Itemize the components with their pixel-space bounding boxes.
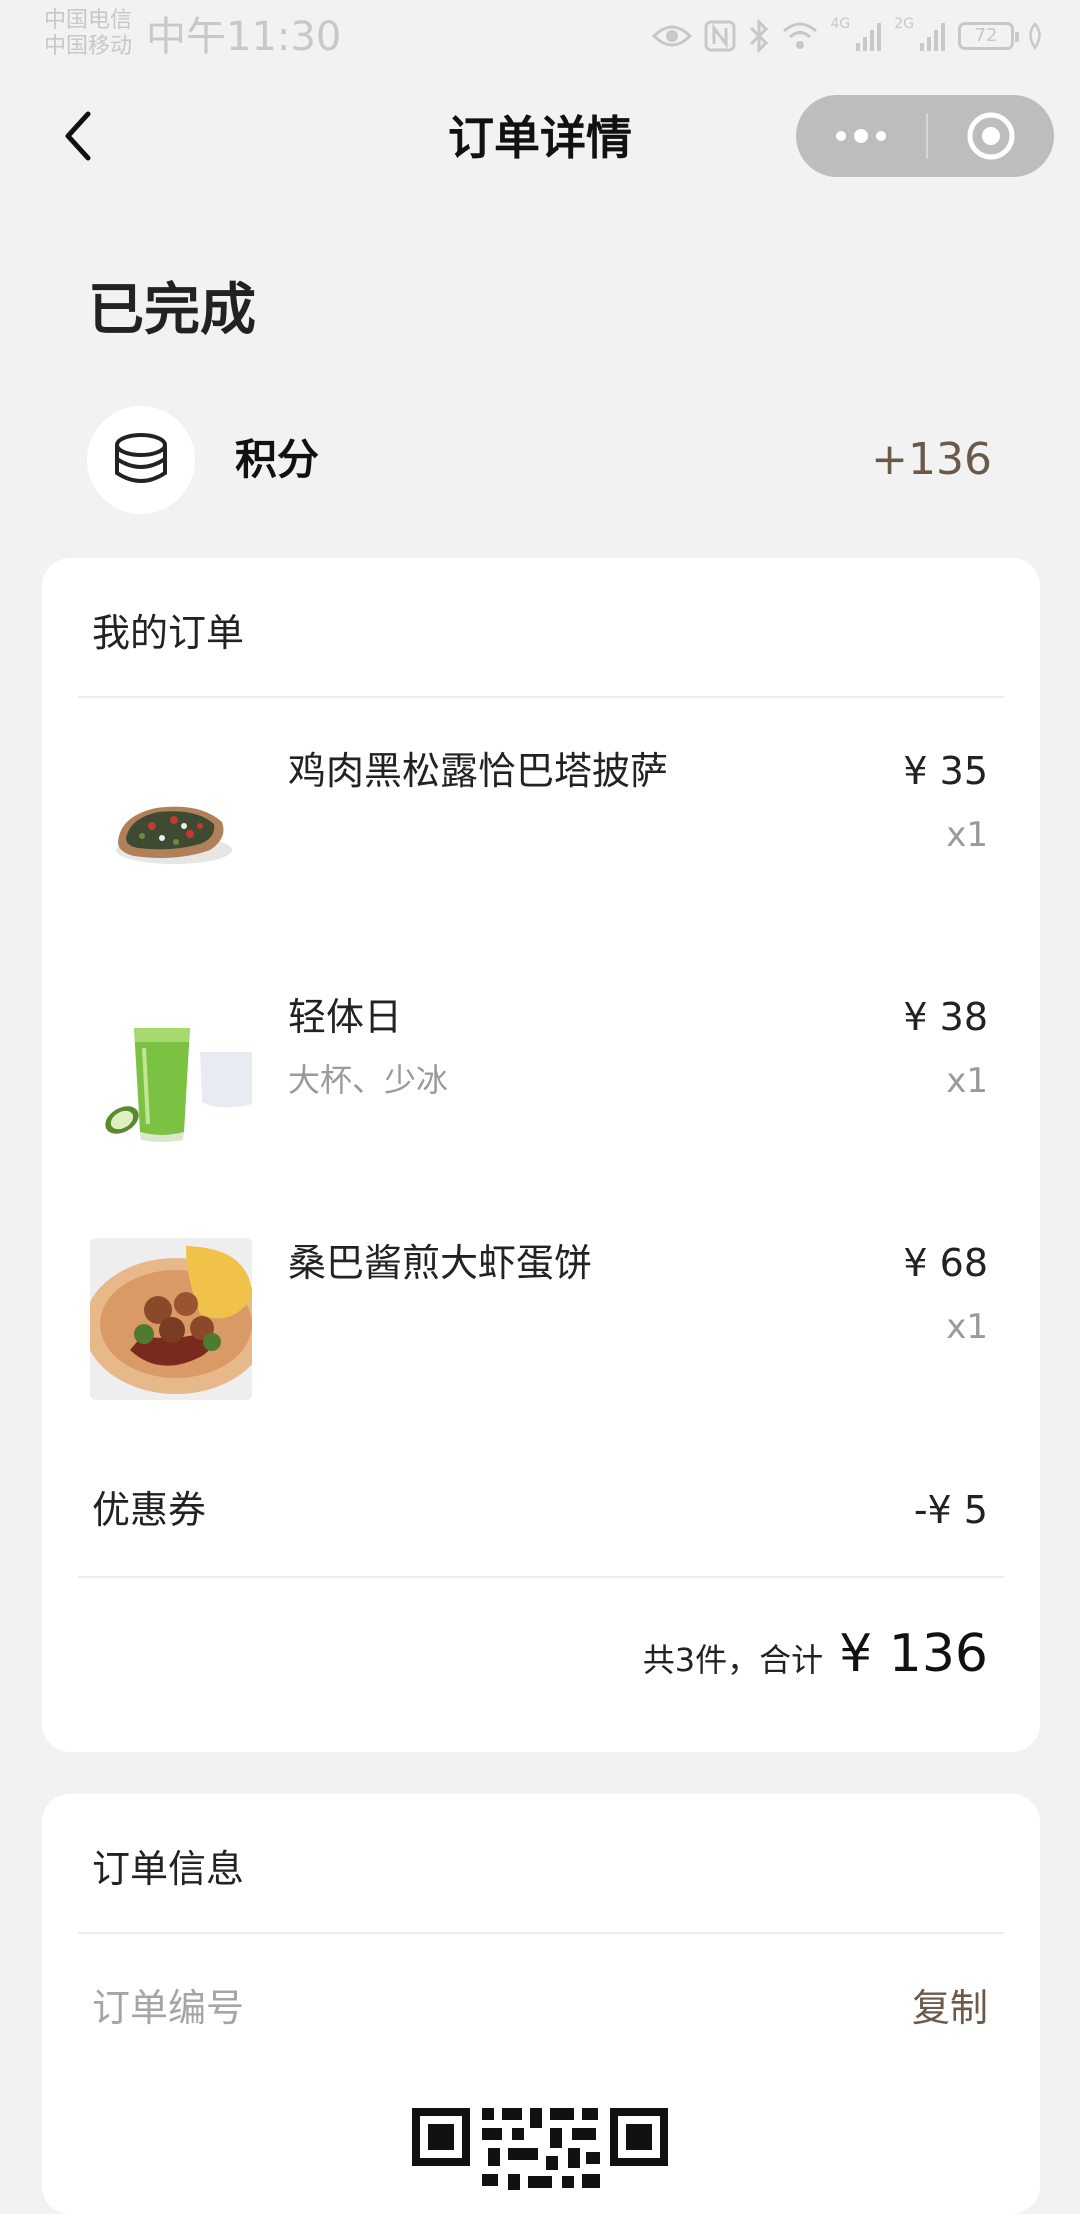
nfc-icon bbox=[704, 20, 736, 52]
order-item: 桑巴酱煎大虾蛋饼 ¥ 68 x1 bbox=[42, 1238, 1040, 1438]
carrier-2: 中国移动 bbox=[44, 34, 133, 59]
close-miniprogram-button[interactable] bbox=[928, 95, 1054, 177]
points-value: +136 bbox=[871, 434, 992, 485]
network-type-1: 4G bbox=[830, 16, 851, 32]
item-name[interactable]: 鸡肉黑松露恰巴塔披萨 bbox=[288, 748, 668, 794]
order-info-card: 订单信息 订单编号 复制 bbox=[42, 1794, 1040, 2214]
nav-bar: 订单详情 bbox=[0, 76, 1080, 196]
order-number-row: 订单编号 复制 bbox=[42, 1984, 1040, 2044]
more-dots-icon bbox=[836, 129, 886, 143]
pizza-image bbox=[90, 746, 252, 908]
coupon-label: 优惠券 bbox=[92, 1488, 207, 1532]
points-row: 积分 +136 bbox=[0, 406, 1080, 516]
item-spec: 大杯、少冰 bbox=[288, 1061, 449, 1099]
coupon-value: -¥ 5 bbox=[913, 1488, 988, 1532]
item-quantity: x1 bbox=[946, 1061, 988, 1101]
item-name[interactable]: 轻体日 bbox=[288, 994, 402, 1040]
card-divider bbox=[78, 1576, 1004, 1578]
signal-icon-1 bbox=[856, 23, 882, 51]
network-type-2: 2G bbox=[894, 16, 914, 32]
order-status: 已完成 bbox=[88, 278, 256, 343]
order-info-title: 订单信息 bbox=[92, 1847, 245, 1891]
signal-icon-2 bbox=[920, 23, 945, 51]
item-price: ¥ 38 bbox=[903, 995, 988, 1039]
my-order-title: 我的订单 bbox=[92, 611, 245, 655]
qr-code-icon bbox=[408, 2104, 672, 2214]
item-price: ¥ 68 bbox=[903, 1241, 988, 1285]
miniprogram-capsule bbox=[796, 95, 1054, 177]
item-image-pizza[interactable] bbox=[90, 746, 252, 908]
bluetooth-icon bbox=[750, 19, 769, 53]
copy-button[interactable]: 复制 bbox=[912, 1984, 988, 2032]
points-icon-badge bbox=[87, 406, 195, 514]
carrier-info: 中国电信 中国移动 bbox=[44, 8, 132, 60]
carrier-1: 中国电信 bbox=[44, 8, 133, 33]
item-image-juice[interactable] bbox=[90, 992, 252, 1154]
item-price: ¥ 35 bbox=[903, 749, 988, 793]
total-summary: 共3件，合计 bbox=[642, 1641, 824, 1679]
leaf-icon bbox=[1029, 22, 1041, 50]
coupon-row: 优惠券 -¥ 5 bbox=[42, 1486, 1040, 1546]
more-button[interactable] bbox=[796, 95, 926, 177]
item-name[interactable]: 桑巴酱煎大虾蛋饼 bbox=[288, 1240, 592, 1286]
battery-indicator: 72 bbox=[958, 22, 1019, 50]
item-quantity: x1 bbox=[946, 815, 988, 855]
order-number-label: 订单编号 bbox=[92, 1986, 245, 2030]
status-time: 中午11:30 bbox=[146, 14, 342, 60]
order-item: 鸡肉黑松露恰巴塔披萨 ¥ 35 x1 bbox=[42, 746, 1040, 946]
item-quantity: x1 bbox=[946, 1307, 988, 1347]
item-image-shrimp-omelette[interactable] bbox=[90, 1238, 252, 1400]
order-item: 轻体日 大杯、少冰 ¥ 38 x1 bbox=[42, 992, 1040, 1192]
eye-icon bbox=[652, 25, 693, 47]
capsule-close-icon bbox=[967, 112, 1015, 160]
card-divider bbox=[78, 696, 1004, 698]
omelette-image bbox=[90, 1238, 252, 1400]
status-icons: 4G 2G 72 bbox=[652, 16, 1044, 56]
coin-stack-icon bbox=[115, 433, 167, 483]
status-bar: 中国电信 中国移动 中午11:30 4G 2G 72 bbox=[0, 0, 1080, 76]
total-amount: ¥ 136 bbox=[839, 1624, 988, 1684]
juice-image bbox=[90, 992, 252, 1154]
card-divider bbox=[78, 1932, 1004, 1934]
order-total: 共3件，合计 ¥ 136 bbox=[643, 1624, 988, 1684]
my-order-card: 我的订单 鸡肉黑松露恰巴塔披萨 ¥ 35 x1 轻体日 大杯、少冰 ¥ 38 x… bbox=[42, 558, 1040, 1752]
wifi-icon bbox=[783, 22, 818, 49]
points-label: 积分 bbox=[235, 435, 320, 484]
